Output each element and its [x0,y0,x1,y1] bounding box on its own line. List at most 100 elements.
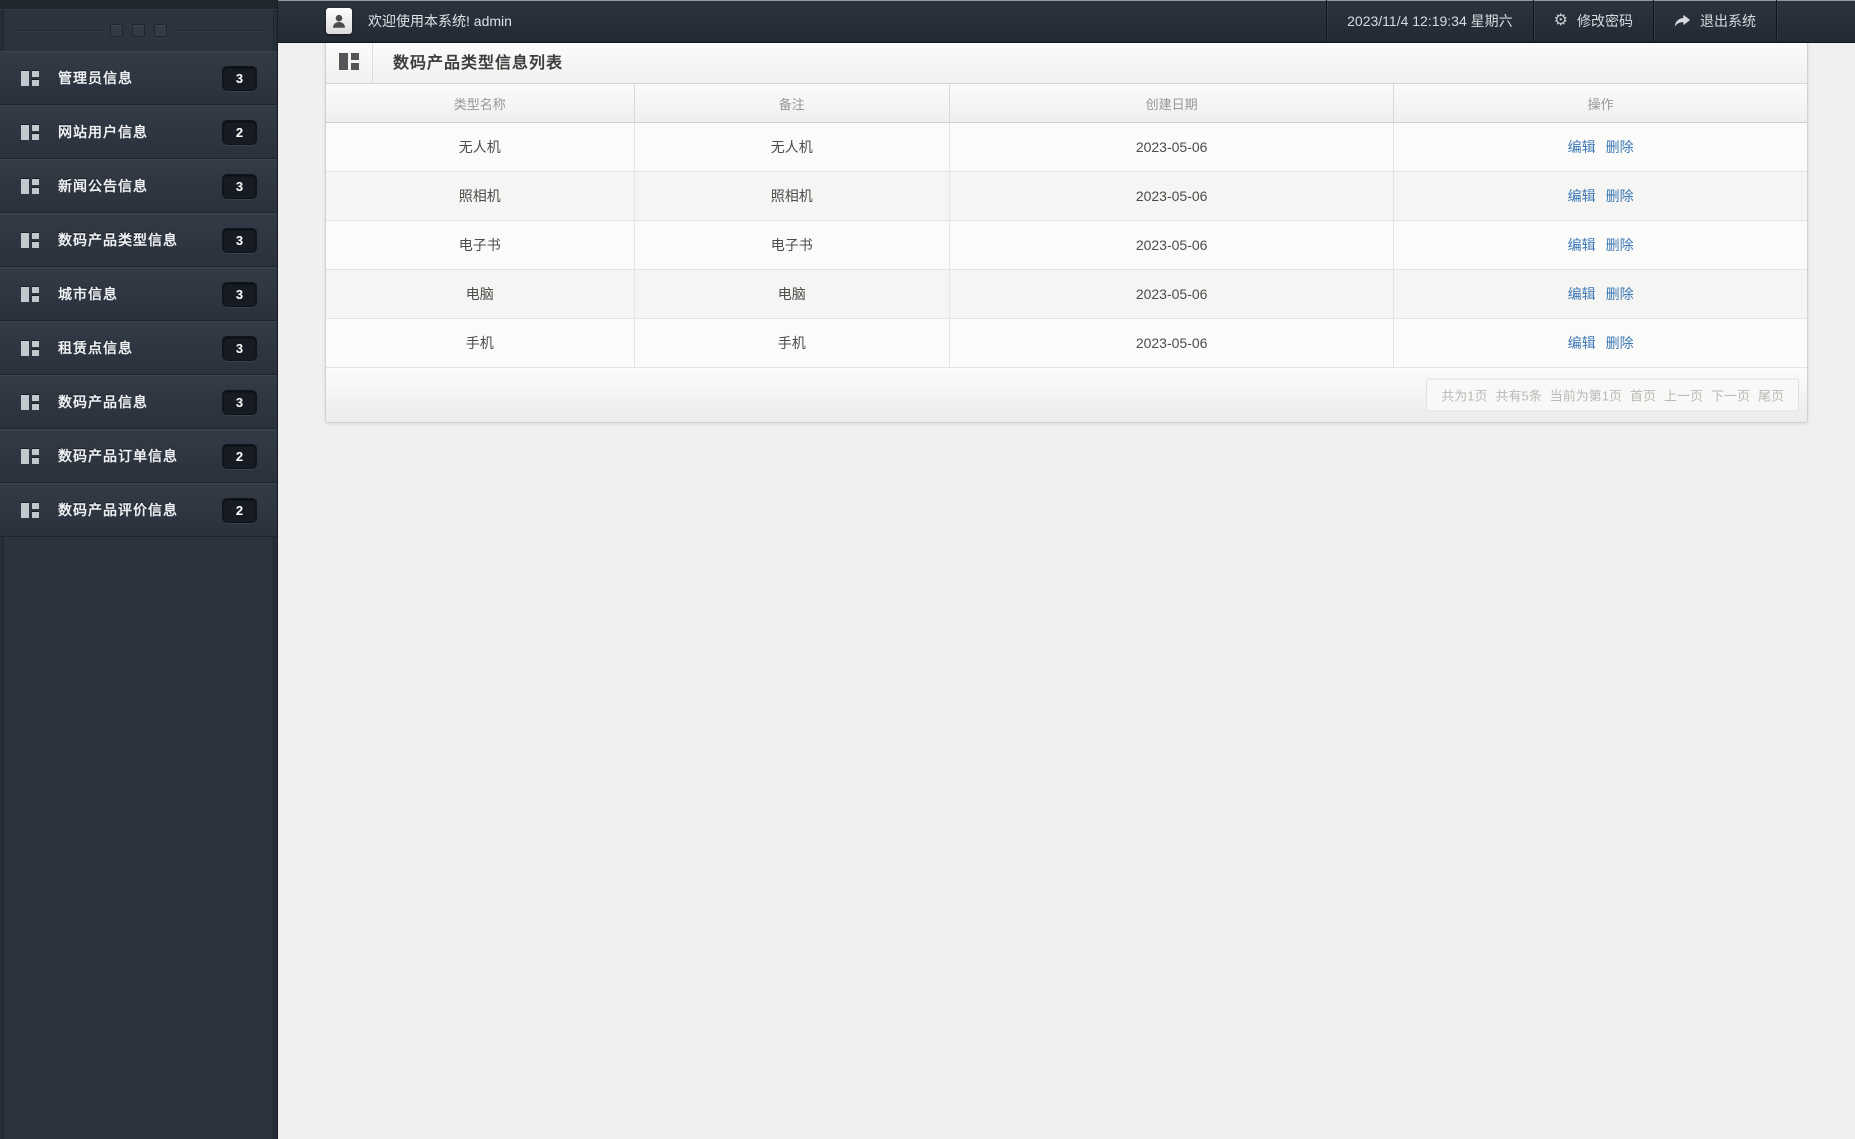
cell-operations: 编辑 删除 [1393,122,1807,172]
sidebar-item-badge: 3 [222,281,257,307]
grid-icon [21,70,39,86]
cell-create-date: 2023-05-06 [949,269,1395,319]
pagination-link[interactable]: 下一页 [1711,389,1750,404]
grid-icon [21,178,39,194]
content-panel: 数码产品类型信息列表 类型名称 备注 创建日期 操作 无人机 无人机 2023-05-… [325,38,1808,423]
table-body: 无人机 无人机 2023-05-06 编辑 删除 照相机 照相机 2023-05-… [326,122,1807,368]
cell-create-date: 2023-05-06 [949,171,1395,221]
sidebar-handle-dots [0,10,277,51]
pagination-link[interactable]: 上一页 [1664,389,1703,404]
cell-type-name: 电子书 [326,220,635,270]
sidebar-item-label: 数码产品类型信息 [58,232,178,248]
table-row: 电脑 电脑 2023-05-06 编辑 删除 [326,269,1807,319]
logout-label: 退出系统 [1700,13,1756,29]
sidebar-item-label: 管理员信息 [58,70,133,86]
sidebar-item[interactable]: 租赁点信息 3 [0,321,277,375]
grid-icon [21,448,39,464]
delete-link[interactable]: 删除 [1606,188,1634,204]
change-password-button[interactable]: ⚙ 修改密码 [1534,0,1653,42]
pagination-link[interactable]: 首页 [1630,389,1656,404]
sidebar-item[interactable]: 数码产品类型信息 3 [0,213,277,267]
welcome-box: 欢迎使用本系统! admin [278,0,512,42]
topbar: 欢迎使用本系统! admin 2023/11/4 12:19:34 星期六 ⚙ … [278,0,1855,43]
table-row: 无人机 无人机 2023-05-06 编辑 删除 [326,122,1807,172]
logout-arrow-icon [1674,14,1691,28]
cell-remark: 照相机 [634,171,950,221]
cell-operations: 编辑 删除 [1393,220,1807,270]
sidebar-item-badge: 3 [222,65,257,91]
logout-button[interactable]: 退出系统 [1654,0,1776,42]
gear-icon: ⚙ [1553,12,1568,29]
sidebar-item[interactable]: 城市信息 3 [0,267,277,321]
cell-create-date: 2023-05-06 [949,220,1395,270]
grid-icon [21,394,39,410]
grid-icon [339,52,359,70]
app-page: 管理员信息 3 网站用户信息 2 新闻公告信息 3 数码产品类型信息 3 城市信… [0,0,1855,1139]
sidebar-item[interactable]: 新闻公告信息 3 [0,159,277,213]
sidebar-item-label: 网站用户信息 [58,124,148,140]
sidebar-item-badge: 3 [222,335,257,361]
cell-type-name: 照相机 [326,171,635,221]
pagination-info: 当前为第1页 [1549,388,1622,404]
handle-dot-icon [154,24,167,37]
user-avatar-icon [326,8,352,34]
table-header-row: 类型名称 备注 创建日期 操作 [326,84,1807,123]
table-row: 照相机 照相机 2023-05-06 编辑 删除 [326,171,1807,221]
delete-link[interactable]: 删除 [1606,335,1634,351]
grid-icon [21,124,39,140]
change-password-label: 修改密码 [1577,13,1633,29]
sidebar-item-label: 数码产品订单信息 [58,448,178,464]
sidebar-menu: 管理员信息 3 网站用户信息 2 新闻公告信息 3 数码产品类型信息 3 城市信… [0,51,277,537]
main-area: 欢迎使用本系统! admin 2023/11/4 12:19:34 星期六 ⚙ … [278,0,1855,1139]
sidebar-item[interactable]: 数码产品信息 3 [0,375,277,429]
cell-remark: 手机 [634,318,950,368]
pagination-info: 共有5条 [1495,388,1542,404]
sidebar-item-badge: 3 [222,389,257,415]
sidebar-item[interactable]: 数码产品订单信息 2 [0,429,277,483]
sidebar-item-label: 新闻公告信息 [58,178,148,194]
data-table: 类型名称 备注 创建日期 操作 无人机 无人机 2023-05-06 编辑 删除 照相机… [326,84,1807,368]
table-row: 电子书 电子书 2023-05-06 编辑 删除 [326,220,1807,270]
sidebar-item-label: 数码产品信息 [58,394,148,410]
grid-icon [21,286,39,302]
datetime-text: 2023/11/4 12:19:34 星期六 [1347,13,1513,29]
edit-link[interactable]: 编辑 [1568,335,1596,351]
table-row: 手机 手机 2023-05-06 编辑 删除 [326,318,1807,368]
cell-type-name: 无人机 [326,122,635,172]
edit-link[interactable]: 编辑 [1568,188,1596,204]
panel-footer: 共为1页 共有5条 当前为第1页 首页 上一页 下一页 尾页 [326,368,1807,422]
column-header: 创建日期 [949,84,1395,123]
cell-create-date: 2023-05-06 [949,122,1395,172]
edit-link[interactable]: 编辑 [1568,139,1596,155]
delete-link[interactable]: 删除 [1606,286,1634,302]
cell-remark: 电子书 [634,220,950,270]
pagination-link[interactable]: 尾页 [1758,389,1784,404]
grid-icon [21,340,39,356]
column-header: 类型名称 [326,84,635,123]
sidebar-item[interactable]: 网站用户信息 2 [0,105,277,159]
column-header: 操作 [1393,84,1807,123]
sidebar-item-badge: 3 [222,227,257,253]
handle-dot-icon [110,24,123,37]
cell-type-name: 电脑 [326,269,635,319]
sidebar-item[interactable]: 数码产品评价信息 2 [0,483,277,537]
delete-link[interactable]: 删除 [1606,237,1634,253]
sidebar-top-strip [0,0,277,10]
edit-link[interactable]: 编辑 [1568,237,1596,253]
edit-link[interactable]: 编辑 [1568,286,1596,302]
grid-icon [21,502,39,518]
pagination-info: 共为1页 [1441,388,1488,404]
column-header: 备注 [634,84,950,123]
delete-link[interactable]: 删除 [1606,139,1634,155]
panel-icon-box [326,39,373,83]
grid-icon [21,232,39,248]
datetime-display: 2023/11/4 12:19:34 星期六 [1327,0,1533,42]
sidebar-item-label: 租赁点信息 [58,340,133,356]
sidebar-item[interactable]: 管理员信息 3 [0,51,277,105]
sidebar: 管理员信息 3 网站用户信息 2 新闻公告信息 3 数码产品类型信息 3 城市信… [0,0,278,1139]
handle-dot-icon [132,24,145,37]
sidebar-item-badge: 2 [222,443,257,469]
page-title: 数码产品类型信息列表 [393,55,564,72]
cell-operations: 编辑 删除 [1393,269,1807,319]
